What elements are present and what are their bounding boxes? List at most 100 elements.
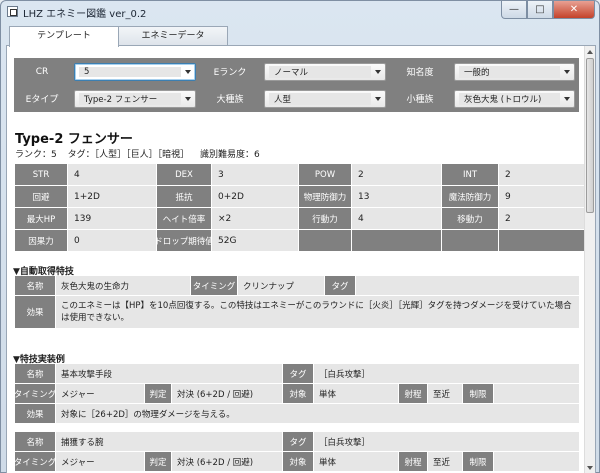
- skill-tag-label: タグ: [325, 276, 355, 295]
- skill-example-card: 名称 基本攻撃手段 タグ ［白兵攻撃］ タイミング メジャー 判定 対決 (6+…: [14, 364, 579, 424]
- stat-value: 2: [499, 208, 586, 229]
- tab-template[interactable]: テンプレート: [9, 26, 119, 47]
- enemy-summary: ランク：5 タグ：［人型］［巨人］［暗視］ 識別難易度：6: [15, 147, 268, 160]
- tab-content: CR 5 Eランク ノーマル 知名度 一般的 Eタイプ Type-2 フェンサー…: [6, 45, 596, 473]
- skill-check: 対決 (6+2D / 回避): [172, 452, 282, 471]
- skill-name: 灰色大鬼の生命力: [56, 276, 190, 295]
- cr-select[interactable]: 5: [74, 62, 196, 81]
- scroll-down-icon[interactable]: [585, 462, 595, 473]
- minimize-button[interactable]: —: [501, 1, 527, 19]
- skill-effect: 対象に［26+2D］の物理ダメージを与える。: [56, 404, 579, 423]
- stat-value: 4: [68, 164, 156, 185]
- window-controls: — □ ✕: [501, 1, 595, 19]
- stat-value: 2: [499, 164, 586, 185]
- stat-label: 移動力: [442, 208, 498, 229]
- chevron-down-icon: [185, 69, 191, 74]
- stat-label: 回避: [15, 186, 67, 207]
- skill-tag-label: タグ: [283, 432, 313, 451]
- stat-value: ×2: [212, 208, 298, 229]
- cr-value: 5: [79, 66, 181, 77]
- enemy-tags: タグ：［人型］［巨人］［暗視］: [67, 150, 190, 160]
- major-race-label: 大種族: [216, 95, 244, 105]
- etype-select[interactable]: Type-2 フェンサー: [74, 89, 196, 108]
- skill-name-label: 名称: [15, 432, 55, 451]
- skill-check-label: 判定: [145, 452, 171, 471]
- skill-tag-label: タグ: [283, 364, 313, 383]
- maximize-button[interactable]: □: [527, 1, 553, 19]
- popularity-value: 一般的: [459, 65, 560, 78]
- app-icon: [7, 6, 18, 17]
- skill-limit: [494, 384, 579, 403]
- erank-select[interactable]: ノーマル: [264, 62, 386, 81]
- app-window: LHZ エネミー図鑑 ver_0.2 — □ ✕ テンプレート エネミーデータ …: [0, 0, 600, 473]
- skill-timing-label: タイミング: [191, 276, 237, 295]
- skill-limit: [494, 452, 579, 471]
- stat-empty: [442, 230, 498, 251]
- stat-value: 52G: [212, 230, 298, 251]
- scroll-up-icon[interactable]: [585, 46, 595, 57]
- skill-timing-label: タイミング: [14, 452, 56, 471]
- skill-name-label: 名称: [15, 276, 55, 295]
- stat-label: DEX: [157, 164, 211, 185]
- skill-target-label: 対象: [283, 452, 313, 471]
- minor-race-value: 灰色大鬼 (トロウル): [459, 92, 560, 105]
- stat-empty: [299, 230, 351, 251]
- skill-range: 至近: [428, 452, 462, 471]
- stat-label: ドロップ期待値: [154, 230, 214, 251]
- skill-target: 単体: [314, 452, 398, 471]
- skill-example-card: 名称 捕獲する腕 タグ ［白兵攻撃］ タイミング メジャー 判定 対決 (6+2…: [14, 432, 579, 472]
- skill-tag: ［白兵攻撃］: [314, 364, 579, 383]
- skill-name-label: 名称: [15, 364, 55, 383]
- vertical-scrollbar[interactable]: [584, 46, 595, 473]
- stat-label: POW: [299, 164, 351, 185]
- chevron-down-icon: [375, 69, 381, 74]
- skill-name: 捕獲する腕: [56, 432, 282, 451]
- tab-enemy-data[interactable]: エネミーデータ: [118, 26, 228, 46]
- title-bar[interactable]: LHZ エネミー図鑑 ver_0.2 — □ ✕: [1, 1, 599, 23]
- stat-value: 9: [499, 186, 586, 207]
- enemy-difficulty: 識別難易度：6: [200, 150, 260, 160]
- skill-timing: メジャー: [56, 384, 144, 403]
- chevron-down-icon: [564, 96, 570, 101]
- scroll-thumb[interactable]: [586, 58, 594, 213]
- minor-race-label: 小種族: [406, 95, 434, 105]
- stat-empty: [352, 230, 441, 251]
- skill-check: 対決 (6+2D / 回避): [172, 384, 282, 403]
- stat-value: 0+2D: [212, 186, 298, 207]
- skill-range: 至近: [428, 384, 462, 403]
- minor-race-select[interactable]: 灰色大鬼 (トロウル): [454, 89, 575, 108]
- close-button[interactable]: ✕: [553, 1, 595, 19]
- skill-range-label: 射程: [399, 452, 427, 471]
- skill-tag: [356, 276, 579, 295]
- template-settings: CR 5 Eランク ノーマル 知名度 一般的 Eタイプ Type-2 フェンサー…: [14, 58, 579, 112]
- skill-limit-label: 制限: [463, 384, 493, 403]
- skill-range-label: 射程: [399, 384, 427, 403]
- major-race-select[interactable]: 人型: [264, 89, 386, 108]
- stat-value: 4: [352, 208, 441, 229]
- skill-effect-label: 効果: [15, 296, 55, 328]
- stat-label: 抵抗: [157, 186, 211, 207]
- cr-label: CR: [35, 66, 49, 77]
- skill-limit-label: 制限: [463, 452, 493, 471]
- skill-target: 単体: [314, 384, 398, 403]
- skill-check-label: 判定: [145, 384, 171, 403]
- stat-value: 2: [352, 164, 441, 185]
- skill-name: 基本攻撃手段: [56, 364, 282, 383]
- erank-value: ノーマル: [269, 65, 371, 78]
- stat-value: 1+2D: [68, 186, 156, 207]
- enemy-name: Type-2 フェンサー: [15, 132, 133, 147]
- stat-label: 因果力: [15, 230, 67, 251]
- skill-timing: クリンナップ: [238, 276, 324, 295]
- window-title: LHZ エネミー図鑑 ver_0.2: [23, 9, 147, 20]
- stat-label: STR: [15, 164, 67, 185]
- popularity-select[interactable]: 一般的: [454, 62, 575, 81]
- stat-label: 魔法防御力: [442, 186, 498, 207]
- tab-bar: テンプレート エネミーデータ: [9, 26, 228, 47]
- skill-timing-label: タイミング: [14, 384, 56, 403]
- stats-table: STR 4 DEX 3 POW 2 INT 2 回避 1+2D 抵抗 0+2D 物理防御力 1…: [15, 164, 586, 251]
- etype-label: Eタイプ: [25, 95, 59, 105]
- chevron-down-icon: [564, 69, 570, 74]
- chevron-down-icon: [185, 96, 191, 101]
- skill-target-label: 対象: [283, 384, 313, 403]
- stat-label: 最大HP: [15, 208, 67, 229]
